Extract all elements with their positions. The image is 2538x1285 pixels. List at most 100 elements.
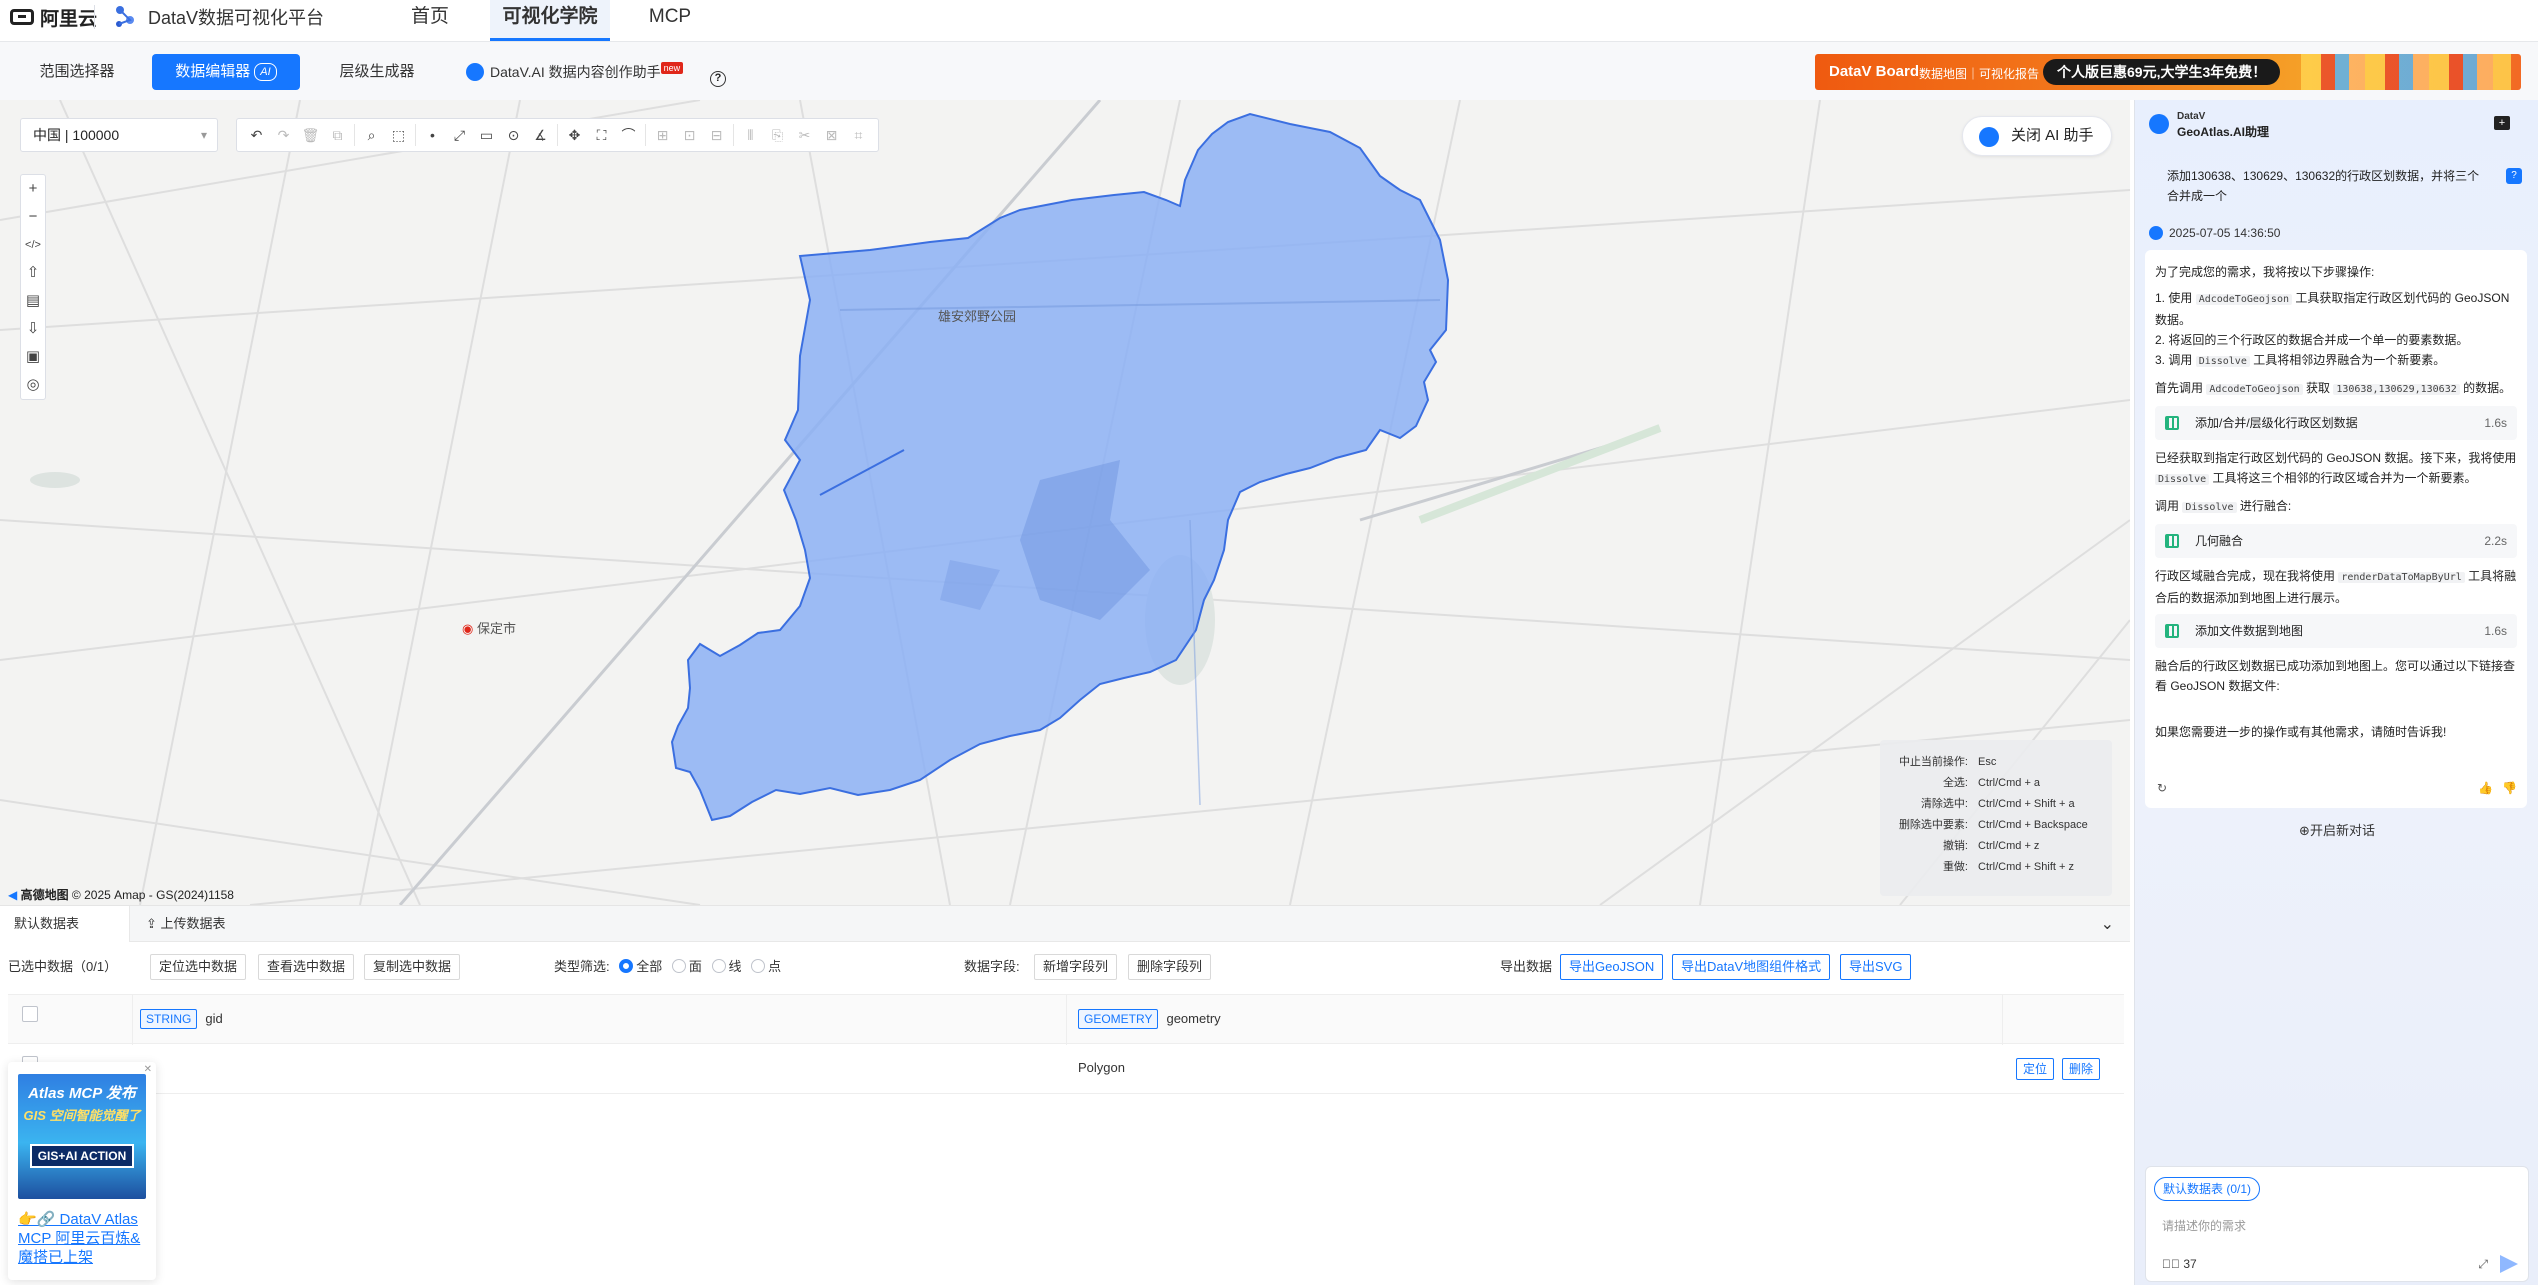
zoom-in-icon[interactable]: + (21, 175, 45, 203)
clip-icon[interactable]: ⎘ (764, 122, 791, 148)
map-canvas[interactable]: 中国 | 100000 ▾ ↶ ↷ 🗑 ⧉ ⌕ ⬚ • ⤢ ▭ ⊙ ∡ ✥ ⛶ ⌒… (0, 100, 2130, 905)
thumb-down-icon[interactable]: 👎 (2502, 778, 2517, 798)
close-ai-label: 关闭 AI 助手 (2011, 127, 2094, 144)
table-header: STRING gid GEOMETRY geometry (8, 994, 2124, 1045)
region-select-value: 中国 | 100000 (33, 127, 120, 143)
tab-level-generator[interactable]: 层级生成器 (304, 54, 450, 90)
nav-mcp[interactable]: MCP (620, 0, 720, 41)
tab-default-table[interactable]: 默认数据表 (0, 906, 130, 942)
locate-selected-button[interactable]: 定位选中数据 (150, 954, 247, 980)
base-map (0, 100, 2130, 905)
delete-row-button[interactable]: 删除 (2062, 1058, 2101, 1080)
close-ai-assistant-button[interactable]: 关闭 AI 助手 (1962, 116, 2112, 156)
shortcut-row: 删除选中要素: Ctrl/Cmd + Backspace (1880, 815, 2112, 836)
bezier-icon[interactable]: ⌒ (615, 122, 642, 148)
draw-polygon-icon[interactable]: ▭ (473, 122, 500, 148)
draw-line-icon[interactable]: ⤢ (446, 122, 473, 148)
move-icon[interactable]: ✥ (561, 122, 588, 148)
tools-count[interactable]: ✕⃝ 37 (2162, 1257, 2197, 1271)
radio-line[interactable] (711, 959, 726, 973)
tab-upload-table[interactable]: ⇪ 上传数据表 (132, 906, 240, 942)
locate-row-button[interactable]: 定位 (2016, 1058, 2055, 1080)
export-svg-button[interactable]: 导出SVG (1840, 954, 1912, 980)
undo-icon[interactable]: ↶ (243, 122, 270, 148)
aliyun-logo[interactable]: 阿里云 (10, 4, 97, 30)
column-type-badge: STRING (140, 1009, 198, 1029)
refresh-icon[interactable]: ↻ (2157, 781, 2167, 795)
copy-selected-button[interactable]: 复制选中数据 (364, 954, 461, 980)
column-gid[interactable]: STRING gid (140, 1009, 223, 1029)
atlas-mcp-promo-card[interactable]: ✕ Atlas MCP 发布 GIS 空间智能觉醒了 GIS+AI ACTION… (8, 1062, 156, 1280)
column-geometry[interactable]: GEOMETRY geometry (1078, 1009, 1221, 1029)
collapse-chevron-icon[interactable]: ⌄ (2101, 914, 2114, 934)
code-icon[interactable]: </> (21, 231, 45, 259)
text: 的数据。 (2459, 381, 2512, 395)
assistant-paragraph: 融合后的行政区划数据已成功添加到地图上。您可以通过以下链接查看 GeoJSON … (2155, 659, 2516, 693)
copy-icon[interactable]: ⧉ (324, 122, 351, 148)
expand-icon[interactable]: ⤢ (2478, 1257, 2488, 1272)
code-snippet: renderDataToMapByUrl (2338, 572, 2465, 583)
datav-brand[interactable]: DataV数据可视化平台 (112, 4, 324, 30)
aliyun-logo-icon (10, 9, 34, 25)
crop-icon[interactable]: ⌗ (845, 122, 872, 148)
radio-all-label: 全部 (636, 959, 663, 974)
box-select-icon[interactable]: ⬚ (385, 122, 412, 148)
nav-home[interactable]: 首页 (380, 0, 480, 41)
send-icon[interactable] (2500, 1255, 2518, 1273)
promo-banner[interactable]: DataV Board 数据地图｜可视化报告 个人版巨惠69元,大学生3年免费！ (1815, 54, 2521, 90)
tab-range-selector[interactable]: 范围选择器 (4, 54, 150, 90)
tab-datav-ai-assistant[interactable]: DataV.AI 数据内容创作助手 new (458, 54, 704, 90)
radio-point[interactable] (751, 959, 766, 973)
new-chat-button[interactable]: ⊕开启新对话 (2135, 820, 2538, 839)
locate-icon[interactable]: ◎ (21, 371, 45, 399)
new-chat-icon[interactable]: + (2494, 116, 2510, 130)
zoom-select-icon[interactable]: ⌕ (358, 122, 385, 148)
table-context-chip[interactable]: 默认数据表 (0/1) (2154, 1177, 2261, 1201)
image-icon[interactable]: ▣ (21, 343, 45, 371)
file-icon[interactable]: ▤ (21, 287, 45, 315)
region-select[interactable]: 中国 | 100000 ▾ (20, 118, 218, 152)
delete-icon[interactable]: 🗑 (297, 122, 324, 148)
redo-icon[interactable]: ↷ (270, 122, 297, 148)
add-field-button[interactable]: 新增字段列 (1034, 954, 1118, 980)
draw-point-icon[interactable]: • (419, 122, 446, 148)
shortcut-keys: Ctrl/Cmd + a (1978, 777, 2041, 789)
cut-icon[interactable]: ✂ (791, 122, 818, 148)
promo-link[interactable]: 👉🔗 DataV Atlas MCP 阿里云百炼&魔搭已上架 (18, 1210, 152, 1267)
intersect-icon[interactable]: ⊡ (676, 122, 703, 148)
radio-polygon[interactable] (671, 959, 686, 973)
view-selected-button[interactable]: 查看选中数据 (258, 954, 355, 980)
scale-icon[interactable]: ⛶ (588, 122, 615, 148)
text: 首先调用 (2155, 381, 2207, 395)
tool-grid-icon (2165, 416, 2179, 430)
assistant-message: 为了完成您的需求，我将按以下步骤操作: 1. 使用 AdcodeToGeojso… (2145, 250, 2527, 808)
nav-academy[interactable]: 可视化学院 (490, 0, 610, 41)
download-icon[interactable]: ⇩ (21, 315, 45, 343)
delete-field-button[interactable]: 删除字段列 (1128, 954, 1212, 980)
select-all-checkbox[interactable] (22, 1006, 38, 1022)
divider (415, 124, 416, 146)
draw-angle-icon[interactable]: ∡ (527, 122, 554, 148)
table-row[interactable]: Polygon 定位 删除 (8, 1044, 2124, 1094)
shortcut-action: 删除选中要素: (1898, 819, 1968, 831)
export-geojson-button[interactable]: 导出GeoJSON (1560, 954, 1664, 980)
tab-data-editor[interactable]: 数据编辑器 AI (152, 54, 300, 90)
export-datav-button[interactable]: 导出DataV地图组件格式 (1672, 954, 1831, 980)
tool-call-row[interactable]: 添加/合并/层级化行政区划数据 1.6s (2155, 406, 2517, 440)
banner-illustration (2301, 54, 2511, 90)
thumb-up-icon[interactable]: 👍 (2478, 778, 2493, 798)
draw-circle-icon[interactable]: ⊙ (500, 122, 527, 148)
difference-icon[interactable]: ⊟ (703, 122, 730, 148)
tool-call-row[interactable]: 几何融合 2.2s (2155, 524, 2517, 558)
grid-icon[interactable]: ⊠ (818, 122, 845, 148)
tool-call-row[interactable]: 添加文件数据到地图 1.6s (2155, 614, 2517, 648)
union-icon[interactable]: ⊞ (649, 122, 676, 148)
zoom-out-icon[interactable]: − (21, 203, 45, 231)
upload-icon[interactable]: ⇧ (21, 259, 45, 287)
list-item: 3. 调用 Dissolve 工具将相邻边界融合为一个新要素。 (2155, 350, 2517, 372)
plus-circle-icon: ⊕ (2299, 823, 2310, 838)
help-icon[interactable]: ? (710, 71, 726, 87)
split-icon[interactable]: ⫴ (737, 122, 764, 148)
radio-all[interactable] (619, 959, 634, 973)
chat-input[interactable]: 请描述你的需求 (2162, 1217, 2246, 1234)
